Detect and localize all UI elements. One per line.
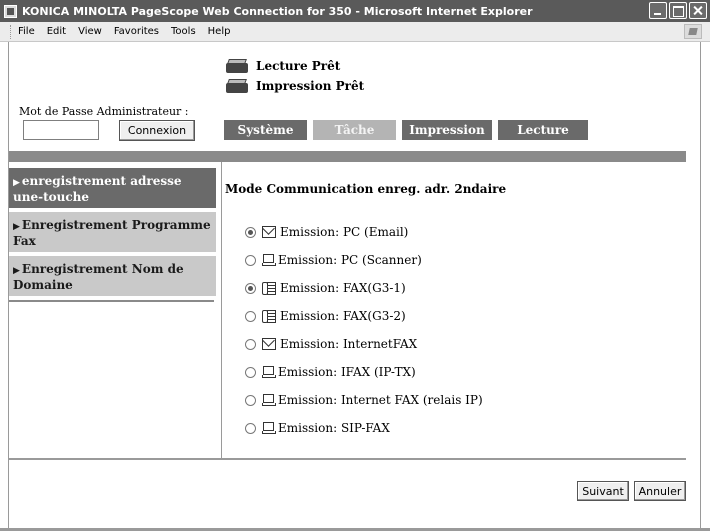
admin-password-label: Mot de Passe Administrateur : [19, 105, 189, 118]
pc-icon [262, 366, 276, 378]
print-status-text: Impression Prêt [256, 79, 365, 93]
radio-button[interactable] [245, 394, 256, 406]
fax-icon [262, 310, 276, 323]
pc-icon [262, 254, 276, 266]
cancel-button[interactable]: Annuler [634, 481, 686, 501]
sidebar-item-one-touch[interactable]: ▶ enregistrement adresse une-touche [9, 168, 216, 208]
option-label: Emission: PC (Scanner) [278, 253, 422, 267]
sidebar-item-domain-name[interactable]: ▶ Enregistrement Nom de Domaine [9, 256, 216, 296]
menu-view[interactable]: View [78, 26, 102, 37]
footer-divider [9, 458, 686, 460]
menu-file[interactable]: File [18, 26, 35, 37]
menu-edit[interactable]: Edit [47, 26, 66, 37]
option-internet-fax[interactable]: Emission: InternetFAX [225, 330, 506, 358]
option-internet-fax-relay[interactable]: Emission: Internet FAX (relais IP) [225, 386, 506, 414]
arrow-right-icon: ▶ [13, 266, 20, 276]
tab-tache[interactable]: Tâche [313, 120, 396, 140]
pc-icon [262, 422, 276, 434]
main-panel: Mode Communication enreg. adr. 2ndaire E… [225, 172, 506, 442]
menu-help[interactable]: Help [208, 26, 231, 37]
option-pc-scanner[interactable]: Emission: PC (Scanner) [225, 246, 506, 274]
window-controls [649, 2, 707, 19]
header-divider [9, 151, 686, 162]
ie-app-icon [4, 4, 17, 18]
sidebar-item-label: Enregistrement Nom de Domaine [13, 262, 184, 292]
option-label: Emission: InternetFAX [280, 337, 418, 351]
email-icon [262, 226, 276, 238]
printer-icon [224, 78, 250, 95]
radio-button[interactable] [245, 310, 256, 322]
option-label: Emission: SIP-FAX [278, 421, 390, 435]
arrow-right-icon: ▶ [13, 222, 20, 232]
scanner-icon [224, 58, 250, 75]
option-label: Emission: Internet FAX (relais IP) [278, 393, 483, 407]
arrow-right-icon: ▶ [13, 178, 20, 188]
window-title: KONICA MINOLTA PageScope Web Connection … [22, 4, 533, 18]
menu-favorites[interactable]: Favorites [114, 26, 159, 37]
option-fax-g3-1[interactable]: Emission: FAX(G3-1) [225, 274, 506, 302]
pc-icon [262, 394, 276, 406]
tab-lecture[interactable]: Lecture [498, 120, 588, 140]
scan-status-text: Lecture Prêt [256, 59, 341, 73]
menu-tools[interactable]: Tools [171, 26, 196, 37]
email-icon [262, 338, 276, 350]
menu-bar: File Edit View Favorites Tools Help [0, 22, 710, 42]
option-label: Emission: PC (Email) [280, 225, 409, 239]
device-status: Lecture Prêt Impression Prêt [224, 56, 364, 96]
radio-button[interactable] [245, 226, 256, 238]
radio-button[interactable] [245, 422, 256, 434]
maximize-icon[interactable] [669, 2, 687, 19]
option-ifax-ip-tx[interactable]: Emission: IFAX (IP-TX) [225, 358, 506, 386]
option-sip-fax[interactable]: Emission: SIP-FAX [225, 414, 506, 442]
sidebar-divider [9, 300, 214, 302]
sidebar-item-fax-program[interactable]: ▶ Enregistrement Programme Fax [9, 212, 216, 252]
minimize-icon[interactable] [649, 2, 667, 19]
sidebar: ▶ enregistrement adresse une-touche ▶ Enre… [9, 168, 216, 302]
radio-button[interactable] [245, 366, 256, 378]
tab-systeme[interactable]: Système [224, 120, 307, 140]
vertical-divider [221, 162, 222, 458]
option-fax-g3-2[interactable]: Emission: FAX(G3-2) [225, 302, 506, 330]
radio-button[interactable] [245, 254, 256, 266]
tab-impression[interactable]: Impression [402, 120, 492, 140]
option-label: Emission: FAX(G3-1) [280, 281, 406, 295]
sidebar-item-label: enregistrement adresse une-touche [13, 174, 182, 204]
main-tabs: Système Tâche Impression Lecture [224, 120, 588, 140]
option-label: Emission: FAX(G3-2) [280, 309, 406, 323]
option-pc-email[interactable]: Emission: PC (Email) [225, 218, 506, 246]
option-label: Emission: IFAX (IP-TX) [278, 365, 416, 379]
next-button[interactable]: Suivant [577, 481, 629, 501]
print-status: Impression Prêt [224, 76, 364, 96]
sidebar-item-label: Enregistrement Programme Fax [13, 218, 211, 248]
admin-password-input[interactable] [23, 120, 99, 140]
toolbar-grip [10, 24, 12, 39]
fax-icon [262, 282, 276, 295]
login-button[interactable]: Connexion [119, 120, 195, 141]
scan-status: Lecture Prêt [224, 56, 364, 76]
page-content: Lecture Prêt Impression Prêt Mot de Pass… [8, 42, 701, 531]
close-icon[interactable] [689, 2, 707, 19]
windows-logo-icon [684, 24, 702, 39]
radio-button[interactable] [245, 282, 256, 294]
section-title: Mode Communication enreg. adr. 2ndaire [225, 182, 507, 196]
window-titlebar: KONICA MINOLTA PageScope Web Connection … [0, 0, 710, 22]
radio-button[interactable] [245, 338, 256, 350]
